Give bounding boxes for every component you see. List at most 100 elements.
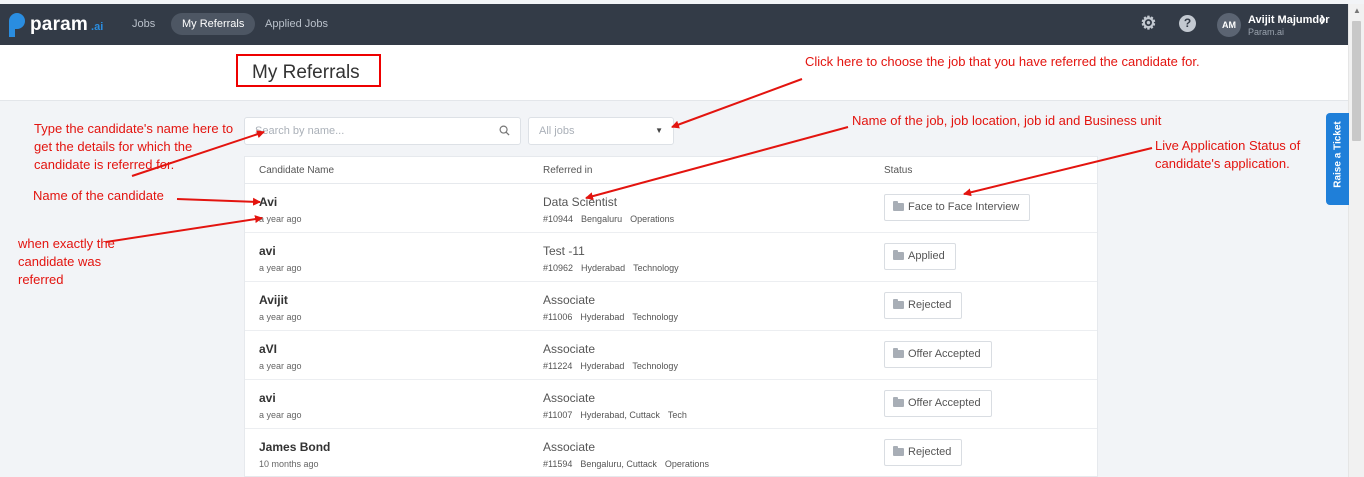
status-button[interactable]: Offer Accepted <box>884 341 992 368</box>
job-meta: #10962 Hyderabad Technology <box>543 263 687 273</box>
scroll-up-icon[interactable]: ▲ <box>1353 6 1361 15</box>
candidate-name[interactable]: Avijit <box>259 293 288 307</box>
job-location: Hyderabad, Cuttack <box>580 410 660 420</box>
job-meta: #11224 Hyderabad Technology <box>543 361 686 371</box>
table-row[interactable]: Avijit a year ago Associate #11006 Hydera… <box>245 282 1097 331</box>
candidate-name[interactable]: avi <box>259 391 276 405</box>
header-status: Status <box>884 165 913 176</box>
help-icon[interactable]: ? <box>1179 15 1196 32</box>
table-row[interactable]: aVI a year ago Associate #11224 Hyderabad… <box>245 331 1097 380</box>
job-meta: #10944 Bengaluru Operations <box>543 214 682 224</box>
folder-icon <box>893 348 904 358</box>
nav-applied-jobs[interactable]: Applied Jobs <box>254 13 339 35</box>
referral-time: a year ago <box>259 361 302 371</box>
annotation-status: Live Application Status of candidate's a… <box>1155 138 1301 171</box>
job-location: Bengaluru, Cuttack <box>580 459 657 469</box>
referral-time: a year ago <box>259 410 302 420</box>
status-label: Face to Face Interview <box>908 201 1020 213</box>
status-label: Offer Accepted <box>908 348 981 360</box>
job-title[interactable]: Associate <box>543 342 595 356</box>
logo-text: param <box>30 14 89 35</box>
avatar[interactable]: AM <box>1217 13 1241 37</box>
job-title[interactable]: Data Scientist <box>543 195 617 209</box>
referrals-table: Candidate Name Referred in Status Avi a … <box>244 156 1098 477</box>
candidate-name[interactable]: James Bond <box>259 440 330 454</box>
jobs-select[interactable]: All jobs ▼ <box>528 117 674 145</box>
nav-jobs[interactable]: Jobs <box>121 13 166 35</box>
business-unit: Tech <box>667 410 687 420</box>
param-logo[interactable]: param .ai <box>9 13 103 37</box>
job-location: Hyderabad <box>580 312 625 322</box>
annotation-job-select: Click here to choose the job that you ha… <box>805 54 1200 69</box>
job-meta: #11007 Hyderabad, Cuttack Tech <box>543 410 695 420</box>
user-name[interactable]: Avijit Majumder <box>1248 14 1330 26</box>
job-title[interactable]: Associate <box>543 391 595 405</box>
logo-mark-icon <box>9 13 25 37</box>
job-id: #11224 <box>543 361 573 371</box>
job-id: #11594 <box>543 459 573 469</box>
top-navbar: param .ai Jobs My Referrals Applied Jobs… <box>0 4 1348 45</box>
search-box[interactable] <box>244 117 521 145</box>
status-label: Rejected <box>908 299 952 311</box>
candidate-name[interactable]: aVI <box>259 342 277 356</box>
folder-icon <box>893 397 904 407</box>
gear-icon[interactable]: ⚙ <box>1140 14 1157 32</box>
job-meta: #11594 Bengaluru, Cuttack Operations <box>543 459 717 469</box>
folder-icon <box>893 250 904 260</box>
chevron-down-icon[interactable]: ❯ <box>1319 14 1327 25</box>
job-title[interactable]: Test -11 <box>543 244 585 258</box>
header-referred-in: Referred in <box>543 165 593 176</box>
referral-time: a year ago <box>259 263 302 273</box>
annotation-job-name: Name of the job, job location, job id an… <box>852 113 1162 128</box>
search-input[interactable] <box>245 118 485 144</box>
annotation-title-box <box>236 54 381 87</box>
search-icon[interactable] <box>499 125 510 136</box>
folder-icon <box>893 201 904 211</box>
job-location: Bengaluru <box>581 214 623 224</box>
job-location: Hyderabad <box>580 361 625 371</box>
job-meta: #11006 Hyderabad Technology <box>543 312 686 322</box>
annotation-search: Type the candidate's name here to get th… <box>34 121 234 172</box>
table-row[interactable]: Avi a year ago Data Scientist #10944 Beng… <box>245 184 1097 233</box>
table-row[interactable]: avi a year ago Associate #11007 Hyderabad… <box>245 380 1097 429</box>
table-row[interactable]: James Bond 10 months ago Associate #1159… <box>245 429 1097 477</box>
job-title[interactable]: Associate <box>543 293 595 307</box>
job-id: #10944 <box>543 214 574 224</box>
status-button[interactable]: Face to Face Interview <box>884 194 1031 221</box>
folder-icon <box>893 299 904 309</box>
user-org: Param.ai <box>1248 27 1285 37</box>
job-id: #10962 <box>543 263 574 273</box>
status-label: Offer Accepted <box>908 397 981 409</box>
business-unit: Technology <box>633 263 679 273</box>
header-candidate-name: Candidate Name <box>259 165 335 176</box>
status-button[interactable]: Applied <box>884 243 956 270</box>
business-unit: Operations <box>664 459 709 469</box>
job-id: #11007 <box>543 410 573 420</box>
status-button[interactable]: Rejected <box>884 292 963 319</box>
dropdown-caret-icon: ▼ <box>655 126 663 135</box>
job-id: #11006 <box>543 312 573 322</box>
candidate-name[interactable]: Avi <box>259 195 277 209</box>
raise-ticket-label: Raise a Ticket <box>1332 121 1344 188</box>
page-scrollbar[interactable]: ▲ <box>1348 4 1364 477</box>
job-title[interactable]: Associate <box>543 440 595 454</box>
folder-icon <box>893 446 904 456</box>
referral-time: 10 months ago <box>259 459 319 469</box>
referral-time: a year ago <box>259 214 302 224</box>
candidate-name[interactable]: avi <box>259 244 276 258</box>
annotation-time: when exactly the candidate was referred <box>18 236 115 287</box>
job-location: Hyderabad <box>581 263 626 273</box>
raise-ticket-tab[interactable]: Raise a Ticket <box>1326 113 1349 205</box>
table-row[interactable]: avi a year ago Test -11 #10962 Hyderabad T… <box>245 233 1097 282</box>
status-button[interactable]: Rejected <box>884 439 963 466</box>
status-label: Rejected <box>908 446 952 458</box>
jobs-select-value: All jobs <box>539 125 575 137</box>
business-unit: Operations <box>630 214 675 224</box>
referral-time: a year ago <box>259 312 302 322</box>
nav-my-referrals[interactable]: My Referrals <box>171 13 256 35</box>
status-button[interactable]: Offer Accepted <box>884 390 992 417</box>
status-label: Applied <box>908 250 945 262</box>
annotation-candidate: Name of the candidate <box>33 188 164 203</box>
scroll-thumb[interactable] <box>1352 21 1361 141</box>
business-unit: Technology <box>632 312 678 322</box>
